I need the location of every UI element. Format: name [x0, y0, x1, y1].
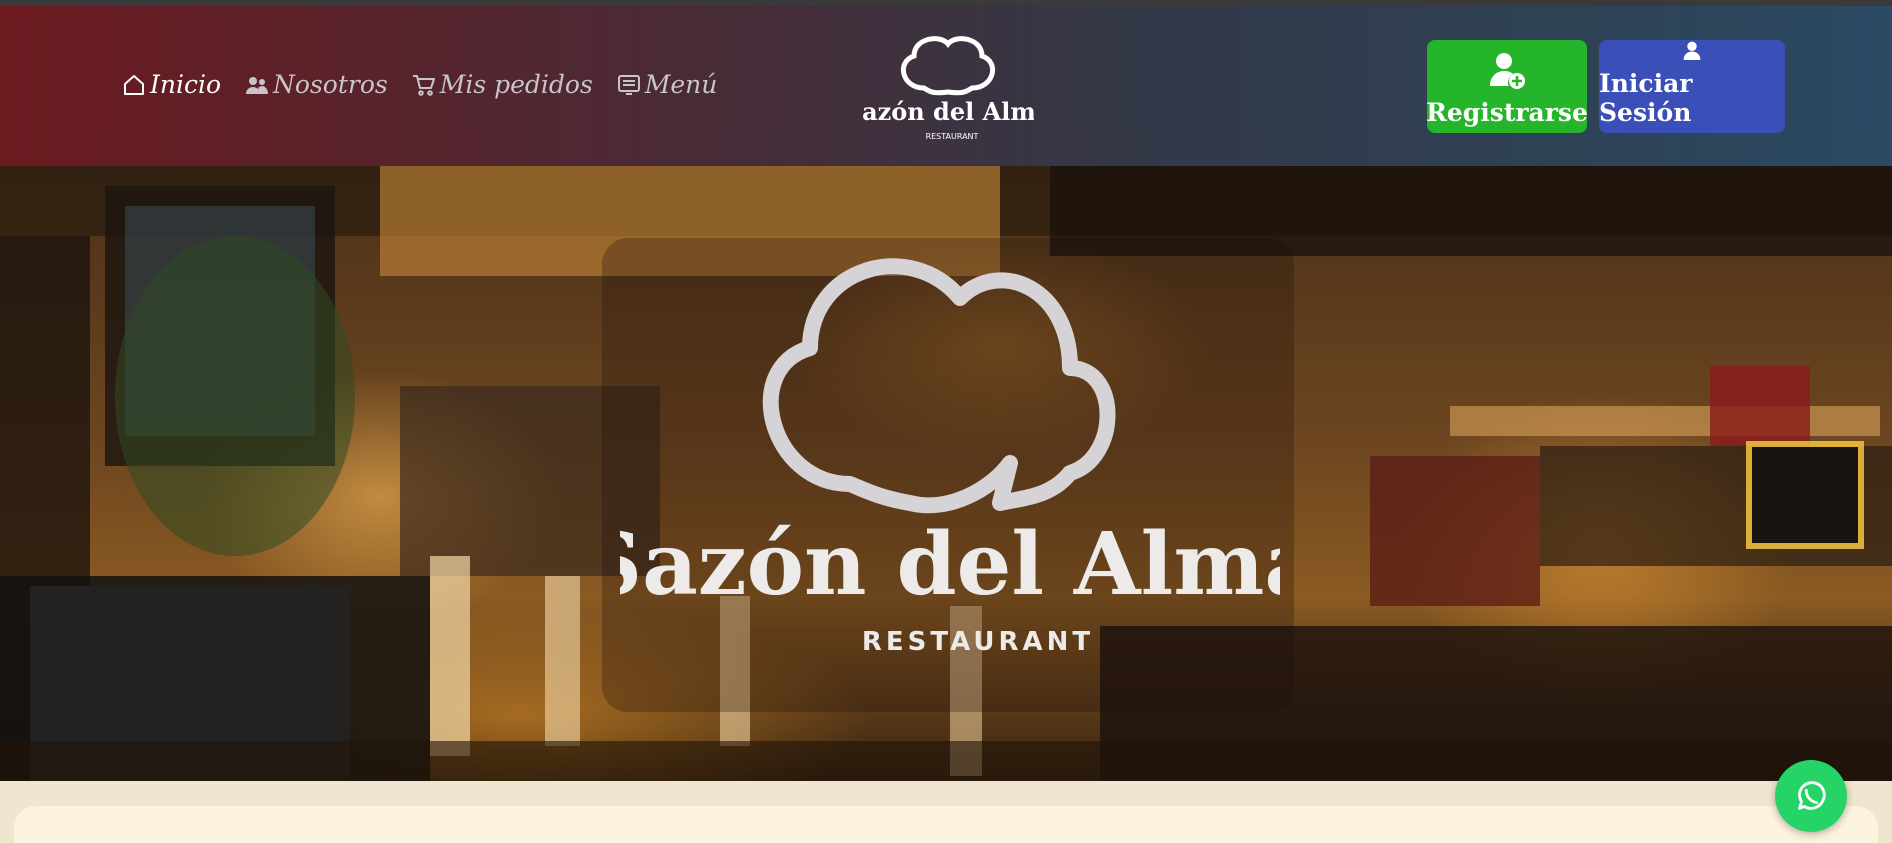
user-plus-icon: [1490, 53, 1525, 89]
nav-item-inicio[interactable]: Inicio: [122, 70, 221, 99]
brand-name: Sazón del Alma: [862, 97, 1034, 126]
chef-hat-icon: [762, 258, 1116, 514]
chef-hat-icon: [901, 36, 995, 96]
main-nav: Inicio Nosotros Mis pedidos Menú: [122, 70, 741, 99]
nav-label-menu: Menú: [644, 70, 718, 99]
nav-item-nosotros[interactable]: Nosotros: [245, 70, 388, 99]
whatsapp-button[interactable]: [1775, 760, 1847, 832]
nav-label-nosotros: Nosotros: [273, 70, 388, 99]
nav-label-inicio: Inicio: [150, 70, 222, 99]
hero-logo: Sazón del Alma RESTAURANT: [620, 258, 1280, 657]
hero-brand-name: Sazón del Alma: [620, 514, 1280, 615]
brand-tagline: RESTAURANT: [926, 132, 979, 141]
navbar: Inicio Nosotros Mis pedidos Menú Sazón d…: [0, 6, 1892, 166]
menu-list-icon: [617, 74, 640, 95]
nav-label-mis-pedidos: Mis pedidos: [439, 70, 593, 99]
brand-logo[interactable]: Sazón del Alma RESTAURANT: [862, 30, 1034, 144]
content-section: [14, 806, 1878, 843]
user-icon: [1683, 41, 1701, 60]
home-icon: [124, 74, 144, 95]
hero-banner: Sazón del Alma RESTAURANT: [0, 166, 1892, 781]
login-button[interactable]: Iniciar Sesión: [1599, 40, 1785, 133]
nav-item-menu[interactable]: Menú: [617, 70, 718, 99]
whatsapp-icon: [1798, 781, 1826, 810]
cart-icon: [412, 74, 435, 96]
hero-brand-tagline: RESTAURANT: [862, 627, 1094, 657]
users-icon: [246, 76, 269, 94]
nav-item-mis-pedidos[interactable]: Mis pedidos: [412, 70, 593, 99]
register-label: Registrarse: [1426, 98, 1588, 127]
register-button[interactable]: Registrarse: [1426, 40, 1588, 133]
login-label: Iniciar Sesión: [1599, 69, 1693, 127]
